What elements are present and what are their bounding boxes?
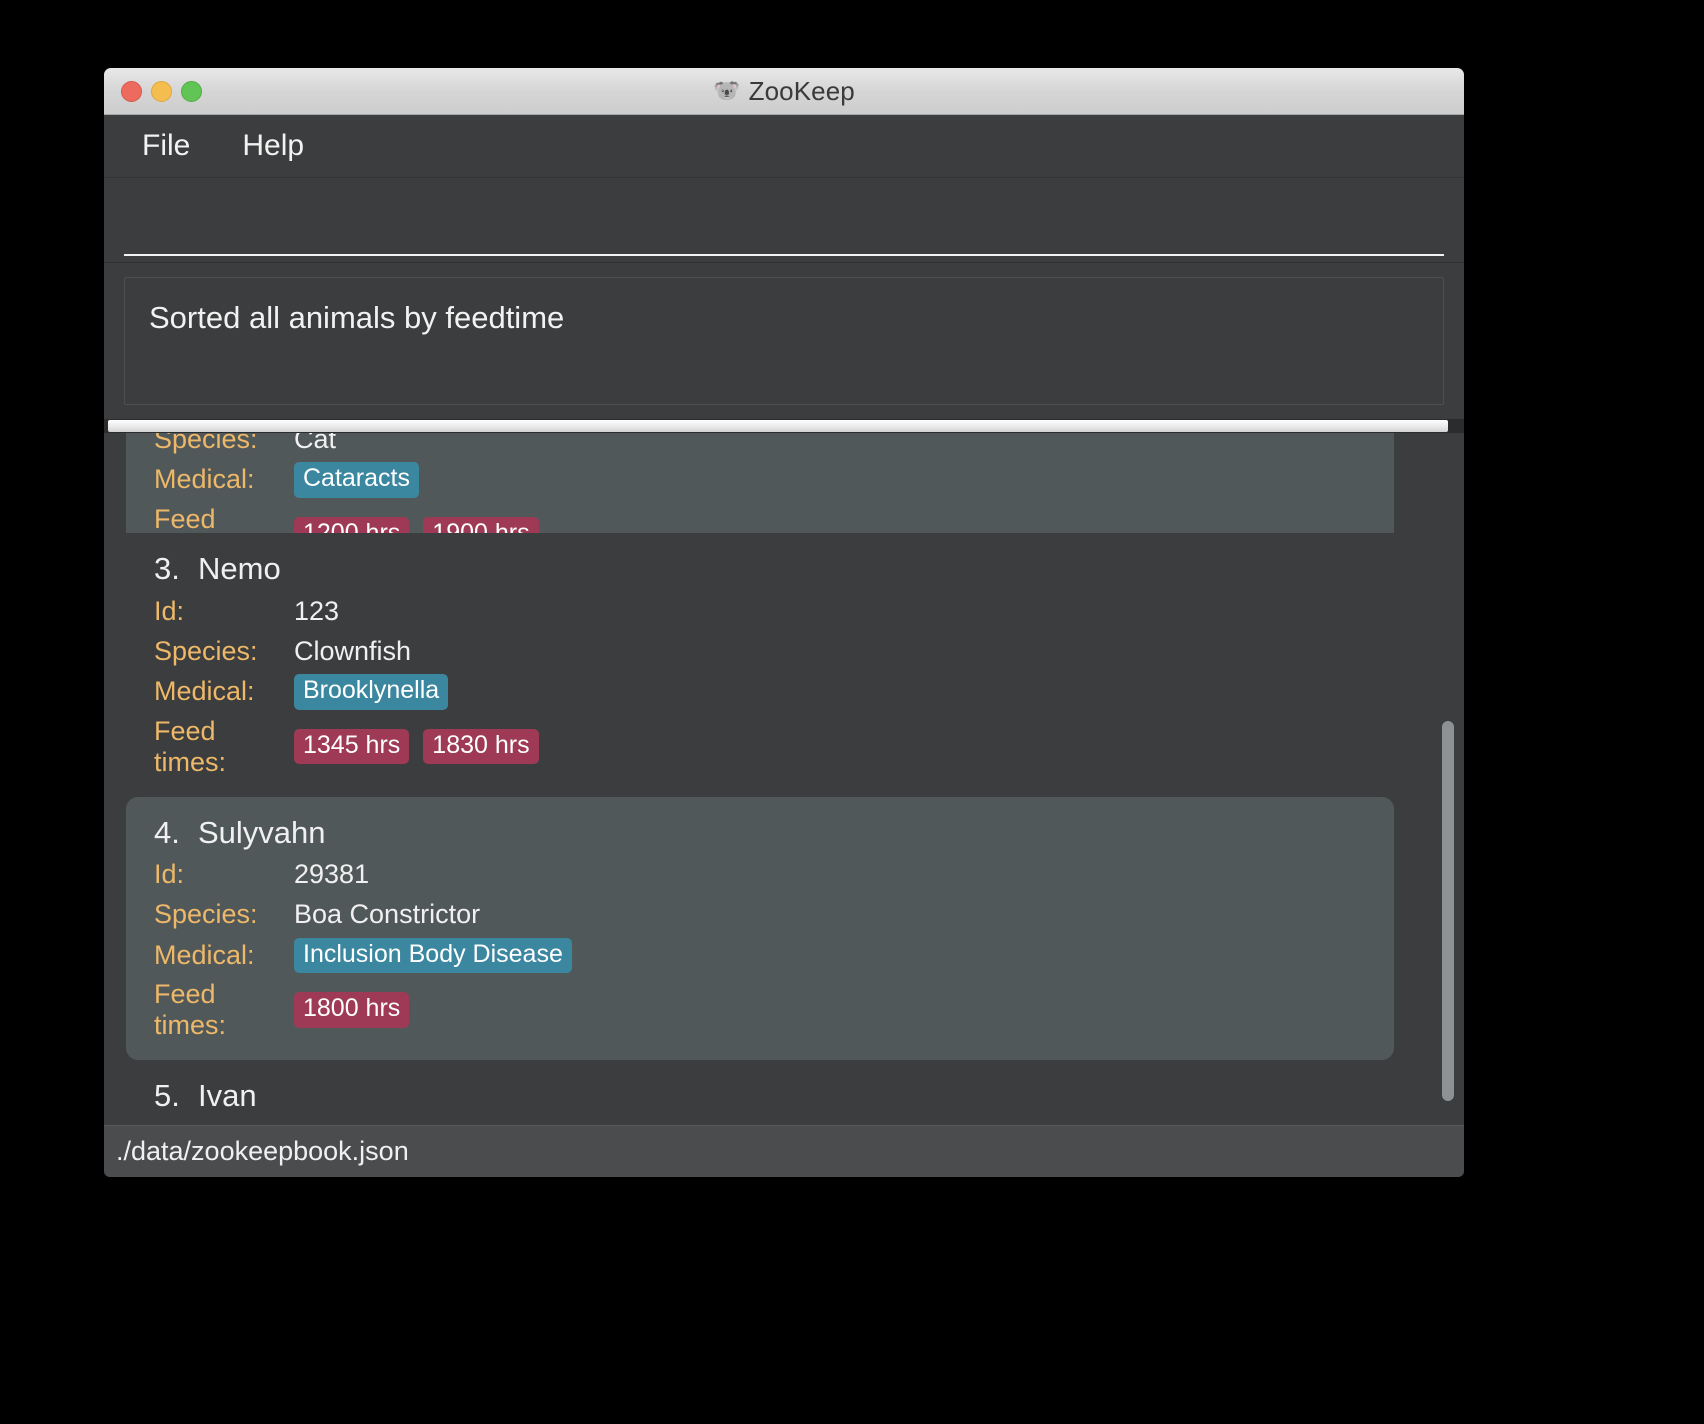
window-title: ZooKeep xyxy=(748,75,855,106)
message-log-panel: Sorted all animals by feedtime xyxy=(104,263,1464,419)
animal-index: 3. xyxy=(154,551,180,586)
vertical-scrollbar-track[interactable] xyxy=(1440,433,1454,1143)
animal-medical-row: Medical: Brooklynella xyxy=(126,671,1394,713)
animal-name: Sulyvahn xyxy=(198,814,326,850)
feed-times-tag-list: 1345 hrs 1830 hrs xyxy=(294,728,539,765)
animal-medical-row: Medical: Inclusion Body Disease xyxy=(126,935,1394,977)
animal-id-row: Id: 29381 xyxy=(126,855,1394,895)
menubar: File Help xyxy=(104,115,1464,178)
medical-tag: Brooklynella xyxy=(294,674,449,710)
animal-card[interactable]: 4. Sulyvahn Id: 29381 Species: Boa Const… xyxy=(126,796,1394,1060)
animal-list-inner: 2. Frisky Species: Cat Medical: Cataract… xyxy=(104,433,1416,1143)
animal-card[interactable]: 2. Frisky Species: Cat Medical: Cataract… xyxy=(126,433,1394,533)
feed-time-tag: 1800 hrs xyxy=(294,992,410,1028)
species-value: Clownfish xyxy=(294,635,412,666)
animal-index: 4. xyxy=(154,814,180,850)
statusbar: ./data/zookeepbook.json xyxy=(104,1125,1464,1177)
animal-feedtimes-row: Feed times: 1200 hrs 1900 hrs xyxy=(126,501,1394,534)
horizontal-scrollbar-track[interactable] xyxy=(104,419,1464,433)
feed-times-tag-list: 1800 hrs xyxy=(294,992,410,1028)
command-input[interactable] xyxy=(124,194,1444,256)
window-title-group: 🐨 ZooKeep xyxy=(104,76,1464,107)
medical-tag: Cataracts xyxy=(294,462,419,498)
animal-id-row: Id: 123 xyxy=(126,591,1394,631)
feed-time-tag: 1900 hrs xyxy=(423,516,539,533)
animal-species-row: Species: Cat xyxy=(126,433,1394,459)
animal-card[interactable]: 3. Nemo Id: 123 Species: Clownfish Medic… xyxy=(126,533,1394,797)
traffic-light-group xyxy=(121,68,202,114)
animal-species-row: Species: Boa Constrictor xyxy=(126,895,1394,935)
medical-tag-list: Inclusion Body Disease xyxy=(294,937,572,973)
vertical-scrollbar-thumb[interactable] xyxy=(1442,721,1454,1101)
medical-tag-list: Cataracts xyxy=(294,462,419,498)
feed-time-tag: 1830 hrs xyxy=(423,728,539,765)
medical-label: Medical: xyxy=(154,676,255,707)
animal-card-title: 5. Ivan xyxy=(126,1072,1394,1118)
animal-species-row: Species: Clownfish xyxy=(126,631,1394,671)
animal-medical-row: Medical: Cataracts xyxy=(126,459,1394,501)
animal-feedtimes-row: Feed times: 1800 hrs xyxy=(126,976,1394,1044)
species-value: Boa Constrictor xyxy=(294,899,481,929)
menu-item-help[interactable]: Help xyxy=(236,127,310,165)
medical-tag-list: Brooklynella xyxy=(294,674,449,710)
window-titlebar: 🐨 ZooKeep xyxy=(104,68,1464,115)
medical-label: Medical: xyxy=(154,939,255,970)
message-log-text: Sorted all animals by feedtime xyxy=(124,277,1444,405)
species-label: Species: xyxy=(154,899,258,929)
animal-name: Nemo xyxy=(198,551,281,586)
medical-tag: Inclusion Body Disease xyxy=(294,937,572,973)
animal-card-title: 4. Sulyvahn xyxy=(126,809,1394,855)
feed-times-label: Feed times: xyxy=(154,979,227,1040)
list-item-clipped-wrapper: 2. Frisky Species: Cat Medical: Cataract… xyxy=(104,433,1416,533)
species-value: Cat xyxy=(294,433,337,454)
screen-root: 🐨 ZooKeep File Help Sorted all animals b… xyxy=(0,0,1704,1424)
minimize-window-button[interactable] xyxy=(151,80,172,102)
feed-time-tag: 1345 hrs xyxy=(294,728,410,765)
menu-item-file[interactable]: File xyxy=(136,127,196,165)
medical-label: Medical: xyxy=(154,464,255,495)
id-value: 123 xyxy=(294,595,340,626)
animal-name: Ivan xyxy=(198,1078,257,1113)
statusbar-file-path: ./data/zookeepbook.json xyxy=(116,1136,409,1166)
feed-times-label: Feed times: xyxy=(154,503,216,534)
id-value: 29381 xyxy=(294,859,370,889)
horizontal-scrollbar-thumb[interactable] xyxy=(108,420,1448,432)
maximize-window-button[interactable] xyxy=(181,80,202,102)
animal-feedtimes-row: Feed times: 1345 hrs 1830 hrs xyxy=(126,713,1394,781)
feed-times-tag-list: 1200 hrs 1900 hrs xyxy=(294,516,539,533)
feed-time-tag: 1200 hrs xyxy=(294,516,410,533)
id-label: Id: xyxy=(154,595,185,626)
koala-icon: 🐨 xyxy=(713,78,741,103)
animal-card-title: 3. Nemo xyxy=(126,545,1394,591)
species-label: Species: xyxy=(154,635,258,666)
species-label: Species: xyxy=(154,433,258,454)
id-label: Id: xyxy=(154,859,185,889)
command-entry-panel xyxy=(104,178,1464,263)
animal-list[interactable]: 2. Frisky Species: Cat Medical: Cataract… xyxy=(104,433,1464,1143)
feed-times-label: Feed times: xyxy=(154,715,227,777)
animal-index: 5. xyxy=(154,1078,180,1113)
application-window: 🐨 ZooKeep File Help Sorted all animals b… xyxy=(104,68,1464,1177)
close-window-button[interactable] xyxy=(121,80,142,102)
